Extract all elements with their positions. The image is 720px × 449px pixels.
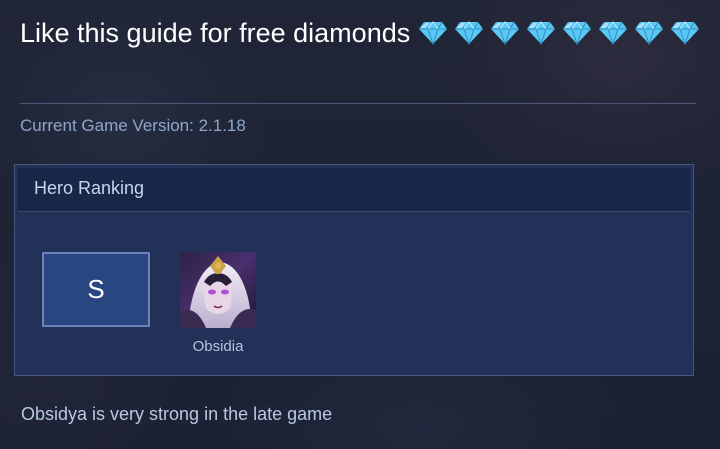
diamond-row xyxy=(418,18,706,48)
guide-content: Like this guide for free diamonds Curren… xyxy=(0,0,720,449)
hero-card-obsidia[interactable]: Obsidia xyxy=(180,252,256,355)
hero-name: Obsidia xyxy=(192,338,244,355)
promo-heading: Like this guide for free diamonds xyxy=(20,16,710,50)
hero-ranking-panel: Hero Ranking S Obsidia xyxy=(14,164,694,376)
diamond-icon xyxy=(562,21,591,45)
diamond-icon xyxy=(418,21,447,45)
diamond-icon xyxy=(670,21,699,45)
diamond-icon xyxy=(598,21,627,45)
header-divider xyxy=(20,103,696,104)
promo-text: Like this guide for free diamonds xyxy=(20,18,411,48)
diamond-icon xyxy=(526,21,555,45)
game-version: Current Game Version: 2.1.18 xyxy=(20,116,246,135)
ranking-note: Obsidya is very strong in the late game xyxy=(21,404,333,424)
diamond-icon xyxy=(490,21,519,45)
panel-title: Hero Ranking xyxy=(34,178,145,198)
diamond-icon xyxy=(454,21,483,45)
tier-badge-s: S xyxy=(42,252,150,327)
panel-header: Hero Ranking xyxy=(18,168,690,212)
diamond-icon xyxy=(634,21,663,45)
obsidia-portrait-icon xyxy=(180,252,256,328)
